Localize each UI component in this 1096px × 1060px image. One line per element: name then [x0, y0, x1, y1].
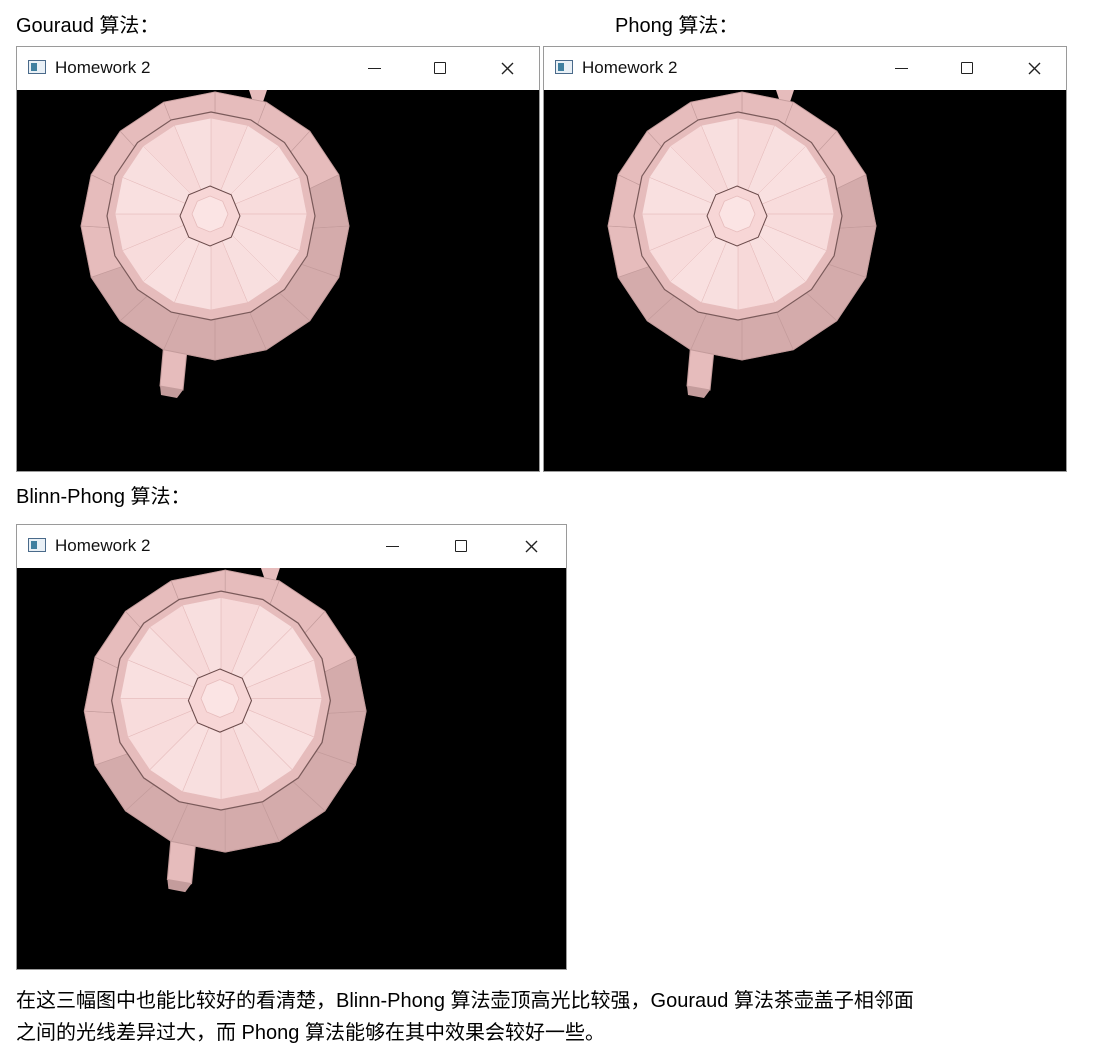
teapot-render	[80, 90, 350, 398]
close-button[interactable]	[490, 55, 524, 81]
teapot-knob-top	[191, 195, 229, 233]
maximize-button[interactable]	[444, 533, 478, 559]
render-viewport[interactable]	[17, 90, 539, 471]
caption-blinn-phong: Blinn-Phong 算法：	[16, 486, 191, 508]
title-bar[interactable]: Homework 2	[17, 47, 539, 90]
app-window-icon	[28, 60, 46, 74]
minimize-button[interactable]	[357, 55, 391, 81]
maximize-button[interactable]	[423, 55, 457, 81]
title-bar[interactable]: Homework 2	[17, 525, 566, 568]
maximize-icon	[455, 540, 467, 552]
caption-gouraud: Gouraud 算法：	[16, 15, 160, 37]
window-title: Homework 2	[55, 536, 151, 555]
close-icon	[525, 540, 537, 552]
caption-phong: Phong 算法：	[615, 15, 739, 37]
minimize-icon	[385, 545, 399, 547]
close-icon	[501, 62, 513, 74]
app-window-icon	[28, 538, 46, 552]
close-button[interactable]	[1017, 55, 1051, 81]
window-phong: Homework 2	[543, 46, 1067, 472]
render-viewport[interactable]	[17, 568, 566, 969]
minimize-button[interactable]	[375, 533, 409, 559]
minimize-icon	[367, 67, 381, 69]
teapot-render	[83, 568, 367, 893]
maximize-button[interactable]	[950, 55, 984, 81]
paragraph-line-2: 之间的光线差异过大，而 Phong 算法能够在其中效果会较好一些。	[16, 1022, 605, 1044]
title-bar[interactable]: Homework 2	[544, 47, 1066, 90]
maximize-icon	[961, 62, 973, 74]
close-button[interactable]	[514, 533, 548, 559]
window-blinn-phong: Homework 2	[16, 524, 567, 970]
window-gouraud: Homework 2	[16, 46, 540, 472]
window-title: Homework 2	[55, 58, 151, 77]
maximize-icon	[434, 62, 446, 74]
teapot-knob-top	[718, 195, 756, 233]
close-icon	[1028, 62, 1040, 74]
teapot-knob-top	[200, 679, 240, 718]
paragraph-line-1: 在这三幅图中也能比较好的看清楚，Blinn-Phong 算法壶顶高光比较强，Go…	[16, 990, 914, 1012]
window-title: Homework 2	[582, 58, 678, 77]
render-viewport[interactable]	[544, 90, 1066, 471]
minimize-icon	[894, 67, 908, 69]
teapot-render	[607, 90, 877, 398]
description-paragraph: 在这三幅图中也能比较好的看清楚，Blinn-Phong 算法壶顶高光比较强，Go…	[16, 985, 1082, 1049]
minimize-button[interactable]	[884, 55, 918, 81]
app-window-icon	[555, 60, 573, 74]
